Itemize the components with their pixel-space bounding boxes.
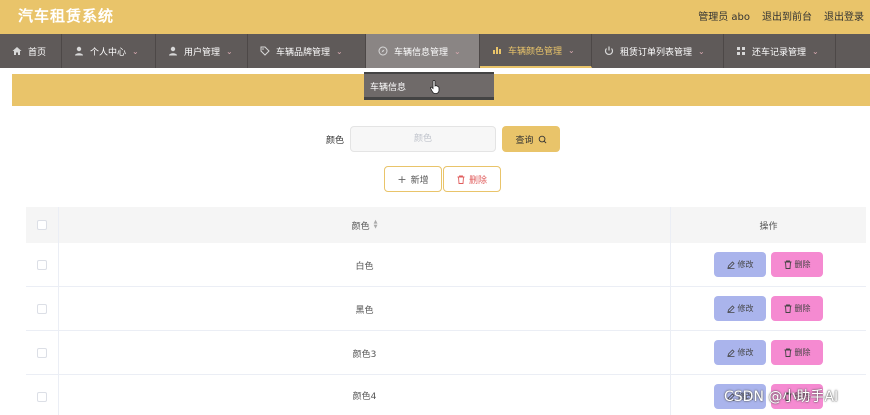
main-nav: 首页 个人中心 ⌄ 用户管理 ⌄ 车辆品牌管理 ⌄ 车辆信息管理 ⌄ 车辆颜色管… bbox=[0, 34, 870, 68]
row-delete-button[interactable]: 删除 bbox=[771, 340, 823, 365]
nav-item-brand[interactable]: 车辆品牌管理 ⌄ bbox=[248, 34, 366, 68]
user-icon bbox=[75, 46, 83, 56]
nav-item-label: 租赁订单列表管理 bbox=[620, 47, 693, 58]
row-delete-label: 删除 bbox=[794, 260, 811, 269]
back-to-front-link[interactable]: 退出到前台 bbox=[762, 8, 812, 23]
trash-icon bbox=[784, 304, 791, 313]
header-operations: 操作 bbox=[759, 221, 778, 232]
chevron-down-icon: ⌄ bbox=[454, 46, 461, 56]
edit-icon bbox=[726, 348, 735, 357]
grid-icon bbox=[737, 47, 745, 55]
header-color-label: 颜色 bbox=[351, 221, 370, 232]
trash-icon bbox=[457, 175, 465, 184]
edit-label: 修改 bbox=[737, 348, 754, 357]
edit-label: 修改 bbox=[737, 260, 754, 269]
table-header: 颜色 ▲ ▼ 操作 bbox=[26, 207, 866, 243]
row-delete-label: 删除 bbox=[794, 304, 811, 313]
nav-item-label: 用户管理 bbox=[184, 47, 221, 58]
sort-icon[interactable]: ▲ ▼ bbox=[374, 220, 378, 230]
home-icon bbox=[12, 47, 22, 55]
nav-item-label: 个人中心 bbox=[90, 47, 127, 58]
color-search-input[interactable] bbox=[350, 126, 496, 152]
row-checkbox-cell bbox=[26, 243, 59, 287]
row-operations: 修改 删除 bbox=[671, 243, 866, 287]
user-icon bbox=[169, 46, 177, 56]
plus-icon: + bbox=[397, 172, 407, 186]
compass-icon bbox=[378, 46, 388, 56]
header-color[interactable]: 颜色 ▲ ▼ bbox=[59, 207, 671, 243]
edit-icon bbox=[726, 304, 735, 313]
row-delete-label: 删除 bbox=[794, 348, 811, 357]
nav-item-home[interactable]: 首页 bbox=[0, 34, 62, 68]
trash-icon bbox=[784, 260, 791, 269]
chevron-down-icon: ⌄ bbox=[568, 45, 575, 55]
tag-icon bbox=[260, 46, 270, 56]
table-row: 白色 修改 删除 bbox=[26, 243, 866, 287]
row-checkbox-cell bbox=[26, 375, 59, 415]
row-checkbox-cell bbox=[26, 331, 59, 375]
edit-button[interactable]: 修改 bbox=[714, 252, 766, 277]
query-label: 查询 bbox=[515, 135, 534, 146]
table-row: 颜色3 修改 删除 bbox=[26, 331, 866, 375]
row-delete-button[interactable]: 删除 bbox=[771, 252, 823, 277]
delete-label: 删除 bbox=[468, 175, 487, 186]
row-checkbox-cell bbox=[26, 287, 59, 331]
edit-icon bbox=[726, 260, 735, 269]
hand-cursor-icon bbox=[430, 80, 440, 94]
row-checkbox[interactable] bbox=[37, 260, 47, 270]
add-button[interactable]: + 新增 bbox=[384, 166, 442, 192]
edit-button[interactable]: 修改 bbox=[714, 296, 766, 321]
nav-item-users[interactable]: 用户管理 ⌄ bbox=[156, 34, 248, 68]
chevron-down-icon: ⌄ bbox=[132, 46, 139, 56]
chevron-down-icon: ⌄ bbox=[226, 46, 233, 56]
logout-link[interactable]: 退出登录 bbox=[824, 8, 864, 23]
row-color: 黑色 bbox=[59, 287, 671, 331]
nav-item-label: 车辆品牌管理 bbox=[276, 47, 331, 58]
vehicle-info-dropdown: 车辆信息 bbox=[364, 72, 494, 100]
bar-chart-icon bbox=[493, 47, 501, 54]
bulk-delete-button[interactable]: 删除 bbox=[443, 166, 501, 192]
add-label: 新增 bbox=[410, 175, 429, 186]
row-delete-button[interactable]: 删除 bbox=[771, 296, 823, 321]
color-table: 颜色 ▲ ▼ 操作 白色 修改 删除 黑色 修改 删除 颜色3 修改 删除 颜色… bbox=[26, 207, 866, 415]
nav-item-label: 车辆信息管理 bbox=[394, 47, 449, 58]
nav-item-vehicle-info[interactable]: 车辆信息管理 ⌄ bbox=[366, 34, 480, 68]
row-checkbox[interactable] bbox=[37, 392, 47, 402]
select-all-checkbox[interactable] bbox=[37, 220, 47, 230]
edit-button[interactable]: 修改 bbox=[714, 340, 766, 365]
table-row: 黑色 修改 删除 bbox=[26, 287, 866, 331]
row-checkbox[interactable] bbox=[37, 348, 47, 358]
row-checkbox[interactable] bbox=[37, 304, 47, 314]
row-operations: 修改 删除 bbox=[671, 331, 866, 375]
watermark: CSDN @小助手AI bbox=[724, 389, 839, 405]
nav-item-rental-orders[interactable]: 租赁订单列表管理 ⌄ bbox=[592, 34, 724, 68]
row-color: 颜色4 bbox=[59, 375, 671, 415]
header-links: 管理员 abo 退出到前台 退出登录 bbox=[698, 8, 864, 23]
search-icon bbox=[538, 135, 546, 143]
trash-icon bbox=[784, 348, 791, 357]
nav-item-return-records[interactable]: 还车记录管理 ⌄ bbox=[724, 34, 836, 68]
admin-label: 管理员 abo bbox=[698, 12, 750, 23]
power-icon bbox=[604, 46, 614, 55]
header-checkbox-cell bbox=[26, 207, 59, 243]
top-header: 汽车租赁系统 管理员 abo 退出到前台 退出登录 bbox=[0, 0, 870, 34]
nav-item-label: 车辆颜色管理 bbox=[508, 46, 563, 57]
row-color: 颜色3 bbox=[59, 331, 671, 375]
dropdown-item-vehicle-info[interactable]: 车辆信息 bbox=[370, 80, 406, 93]
nav-item-vehicle-color[interactable]: 车辆颜色管理 ⌄ bbox=[480, 34, 592, 68]
chevron-down-icon: ⌄ bbox=[812, 46, 819, 56]
row-operations: 修改 删除 bbox=[671, 287, 866, 331]
edit-label: 修改 bbox=[737, 304, 754, 313]
nav-item-profile[interactable]: 个人中心 ⌄ bbox=[62, 34, 156, 68]
nav-item-label: 还车记录管理 bbox=[752, 47, 807, 58]
nav-item-label: 首页 bbox=[28, 47, 47, 58]
chevron-down-icon: ⌄ bbox=[698, 46, 705, 56]
row-color: 白色 bbox=[59, 243, 671, 287]
query-button[interactable]: 查询 bbox=[502, 126, 560, 152]
chevron-down-icon: ⌄ bbox=[336, 46, 343, 56]
app-title: 汽车租赁系统 bbox=[18, 7, 115, 25]
search-label: 颜色 bbox=[326, 136, 345, 146]
